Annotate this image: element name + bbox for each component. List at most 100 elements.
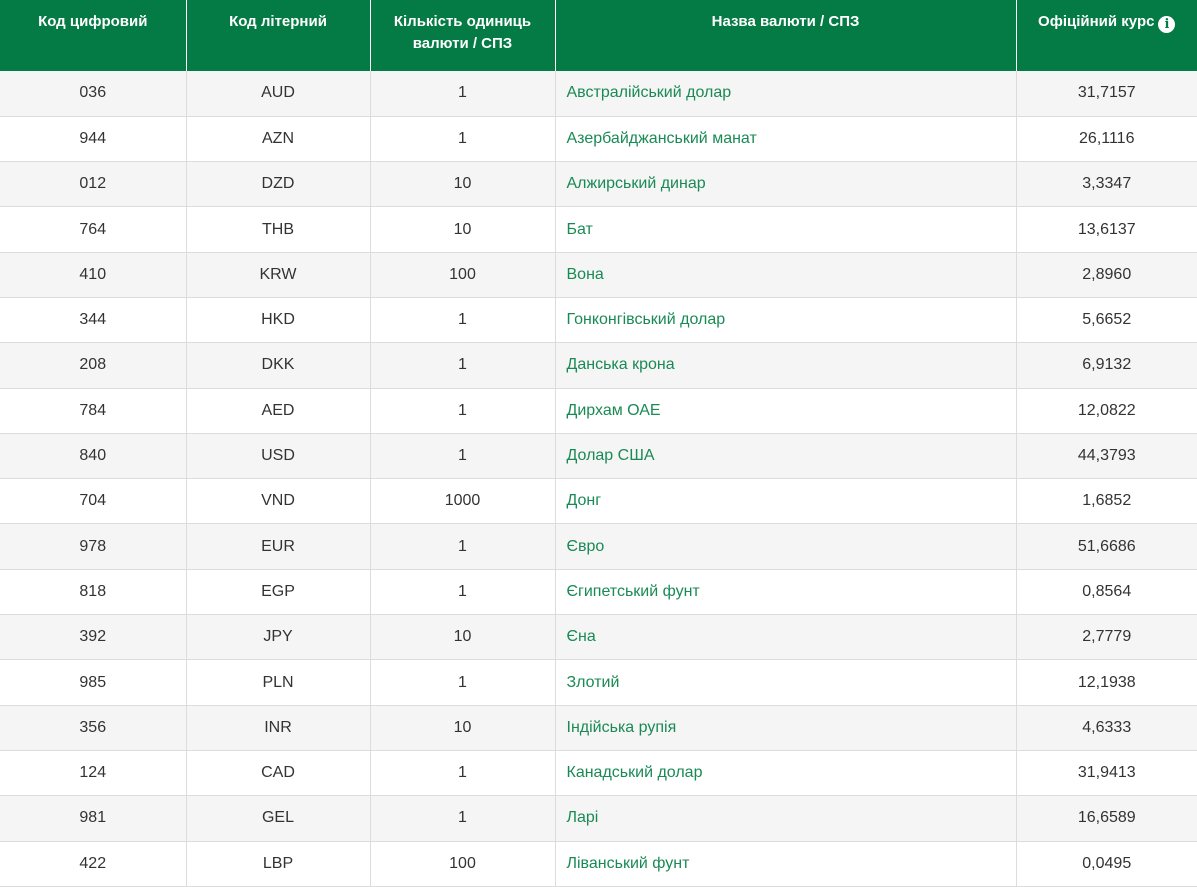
numeric-code-cell: 784 xyxy=(0,388,187,434)
currency-name-cell: Вона xyxy=(555,252,1017,298)
numeric-code-cell: 410 xyxy=(0,252,187,298)
table-row: 356 INR 10 Індійська рупія 4,6333 xyxy=(0,705,1197,751)
currency-name-link[interactable]: Єна xyxy=(567,628,596,645)
letter-code-cell: DZD xyxy=(186,161,371,208)
letter-code-cell: DKK xyxy=(186,342,371,389)
header-letter-code: Код літерний xyxy=(186,0,371,71)
numeric-code-cell: 344 xyxy=(0,297,187,344)
currency-name-cell: Дирхам ОАЕ xyxy=(555,388,1017,434)
currency-name-cell: Канадський долар xyxy=(555,750,1017,797)
currency-name-cell: Алжирський динар xyxy=(555,161,1017,208)
currency-name-cell: Донг xyxy=(555,478,1017,525)
official-rate-cell: 16,6589 xyxy=(1016,795,1197,842)
table-row: 392 JPY 10 Єна 2,7779 xyxy=(0,614,1197,661)
header-official-rate-label: Офіційний курс xyxy=(1038,13,1155,30)
numeric-code-cell: 392 xyxy=(0,614,187,661)
table-body: 036 AUD 1 Австралійський долар 31,7157 944 AZN… xyxy=(0,71,1197,887)
numeric-code-cell: 840 xyxy=(0,433,187,480)
table-row: 410 KRW 100 Вона 2,8960 xyxy=(0,252,1197,298)
units-cell: 10 xyxy=(370,614,556,661)
table-row: 344 HKD 1 Гонконгівський долар 5,6652 xyxy=(0,297,1197,344)
info-icon[interactable]: i xyxy=(1158,16,1176,33)
letter-code-cell: JPY xyxy=(186,614,371,661)
units-cell: 1000 xyxy=(370,478,556,525)
official-rate-cell: 3,3347 xyxy=(1016,161,1197,208)
currency-name-link[interactable]: Євро xyxy=(567,538,605,555)
currency-name-link[interactable]: Австралійський долар xyxy=(567,84,732,101)
currency-name-link[interactable]: Дирхам ОАЕ xyxy=(567,402,661,419)
official-rate-cell: 26,1116 xyxy=(1016,116,1197,163)
header-official-rate: Офіційний курс i xyxy=(1016,0,1197,71)
letter-code-cell: VND xyxy=(186,478,371,525)
currency-name-link[interactable]: Данська крона xyxy=(567,356,675,373)
table-row: 944 AZN 1 Азербайджанський манат 26,1116 xyxy=(0,116,1197,163)
units-cell: 100 xyxy=(370,841,556,887)
numeric-code-cell: 818 xyxy=(0,569,187,616)
currency-name-link[interactable]: Ларі xyxy=(567,809,599,826)
numeric-code-cell: 356 xyxy=(0,705,187,751)
currency-name-cell: Азербайджанський манат xyxy=(555,116,1017,163)
official-rate-cell: 1,6852 xyxy=(1016,478,1197,525)
currency-name-link[interactable]: Донг xyxy=(567,492,602,509)
exchange-rates-table: Код цифровий Код літерний Кількість один… xyxy=(0,0,1197,887)
units-cell: 1 xyxy=(370,388,556,434)
table-row: 124 CAD 1 Канадський долар 31,9413 xyxy=(0,750,1197,797)
numeric-code-cell: 985 xyxy=(0,659,187,706)
header-numeric-code: Код цифровий xyxy=(0,0,187,71)
currency-name-cell: Євро xyxy=(555,523,1017,570)
currency-name-link[interactable]: Долар США xyxy=(567,447,655,464)
currency-name-cell: Ліванський фунт xyxy=(555,841,1017,887)
currency-name-link[interactable]: Бат xyxy=(567,221,593,238)
official-rate-cell: 51,6686 xyxy=(1016,523,1197,570)
currency-name-link[interactable]: Вона xyxy=(567,266,604,283)
table-row: 981 GEL 1 Ларі 16,6589 xyxy=(0,795,1197,842)
currency-name-cell: Єна xyxy=(555,614,1017,661)
table-row: 764 THB 10 Бат 13,6137 xyxy=(0,206,1197,253)
official-rate-cell: 2,7779 xyxy=(1016,614,1197,661)
table-header: Код цифровий Код літерний Кількість один… xyxy=(0,0,1197,71)
letter-code-cell: AZN xyxy=(186,116,371,163)
currency-name-link[interactable]: Єгипетський фунт xyxy=(567,583,700,600)
table-row: 422 LBP 100 Ліванський фунт 0,0495 xyxy=(0,841,1197,887)
currency-name-cell: Злотий xyxy=(555,659,1017,706)
units-cell: 1 xyxy=(370,342,556,389)
currency-name-link[interactable]: Алжирський динар xyxy=(567,175,706,192)
letter-code-cell: HKD xyxy=(186,297,371,344)
letter-code-cell: AED xyxy=(186,388,371,434)
units-cell: 1 xyxy=(370,569,556,616)
official-rate-cell: 44,3793 xyxy=(1016,433,1197,480)
numeric-code-cell: 978 xyxy=(0,523,187,570)
numeric-code-cell: 036 xyxy=(0,71,187,117)
currency-name-cell: Гонконгівський долар xyxy=(555,297,1017,344)
currency-name-link[interactable]: Індійська рупія xyxy=(567,719,677,736)
currency-name-link[interactable]: Гонконгівський долар xyxy=(567,311,726,328)
units-cell: 10 xyxy=(370,161,556,208)
header-currency-name: Назва валюти / СПЗ xyxy=(555,0,1017,71)
units-cell: 1 xyxy=(370,433,556,480)
letter-code-cell: LBP xyxy=(186,841,371,887)
official-rate-cell: 5,6652 xyxy=(1016,297,1197,344)
header-units: Кількість одиниць валюти / СПЗ xyxy=(370,0,556,71)
currency-name-link[interactable]: Канадський долар xyxy=(567,764,703,781)
currency-name-link[interactable]: Злотий xyxy=(567,674,620,691)
numeric-code-cell: 012 xyxy=(0,161,187,208)
header-row: Код цифровий Код літерний Кількість один… xyxy=(0,0,1197,71)
numeric-code-cell: 704 xyxy=(0,478,187,525)
letter-code-cell: EGP xyxy=(186,569,371,616)
currency-name-link[interactable]: Азербайджанський манат xyxy=(567,130,757,147)
currency-name-cell: Австралійський долар xyxy=(555,71,1017,117)
letter-code-cell: EUR xyxy=(186,523,371,570)
currency-name-cell: Індійська рупія xyxy=(555,705,1017,751)
official-rate-cell: 0,8564 xyxy=(1016,569,1197,616)
letter-code-cell: AUD xyxy=(186,71,371,117)
units-cell: 1 xyxy=(370,795,556,842)
currency-name-link[interactable]: Ліванський фунт xyxy=(567,855,690,872)
official-rate-cell: 12,1938 xyxy=(1016,659,1197,706)
table-row: 985 PLN 1 Злотий 12,1938 xyxy=(0,659,1197,706)
official-rate-cell: 6,9132 xyxy=(1016,342,1197,389)
letter-code-cell: PLN xyxy=(186,659,371,706)
units-cell: 1 xyxy=(370,71,556,117)
table-row: 036 AUD 1 Австралійський долар 31,7157 xyxy=(0,71,1197,117)
units-cell: 10 xyxy=(370,705,556,751)
currency-name-cell: Ларі xyxy=(555,795,1017,842)
